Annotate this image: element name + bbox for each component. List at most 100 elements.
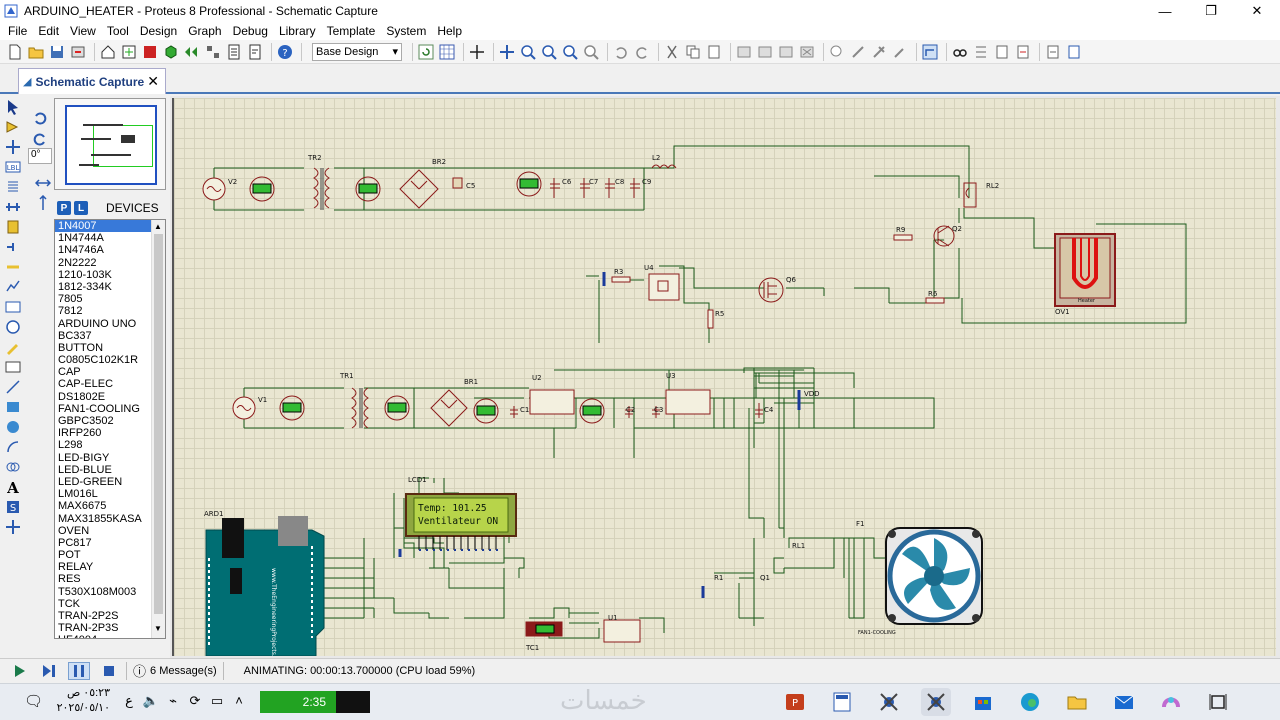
save-icon[interactable] [48,43,66,61]
device-list-item[interactable]: BUTTON [55,342,152,354]
junction-dot-icon[interactable] [3,138,23,156]
device-list-item[interactable]: L298 [55,439,152,451]
exit-to-parent-icon[interactable] [1065,43,1083,61]
help-icon[interactable]: ? [276,43,294,61]
buses-icon[interactable] [3,198,23,216]
device-list-item[interactable]: 2N2222 [55,257,152,269]
pick-device-icon[interactable] [828,43,846,61]
component-mode-icon[interactable] [3,118,23,136]
menu-system[interactable]: System [382,24,433,38]
design-variant-select[interactable]: Base Design ▾ [312,42,402,61]
device-list-item[interactable]: 7805 [55,293,152,305]
device-list-item[interactable]: CAP [55,366,152,378]
menu-debug[interactable]: Debug [229,24,275,38]
rotation-angle-field[interactable]: 0° [28,148,52,164]
edge-browser-icon[interactable] [1015,688,1045,716]
step-icon[interactable] [38,662,60,680]
grid-toggle-icon[interactable] [438,43,456,61]
property-assignment-icon[interactable] [972,43,990,61]
device-list-item[interactable]: TRAN-2P2S [55,610,152,622]
text-tool-icon[interactable]: A [3,478,23,496]
device-list-item[interactable]: OVEN [55,525,152,537]
chevron-up-icon[interactable]: ˄ [228,693,250,709]
battery-icon[interactable]: ▭ [206,693,228,709]
pick-devices-button[interactable]: P [57,201,71,215]
make-device-icon[interactable] [849,43,867,61]
device-list-item[interactable]: MAX6675 [55,500,152,512]
device-list-item[interactable]: UF4004 [55,634,152,638]
symbol-tool-icon[interactable]: S [3,498,23,516]
goto-sheet-icon[interactable] [1044,43,1062,61]
circle-tool-icon[interactable] [3,418,23,436]
block-delete-icon[interactable] [798,43,816,61]
menu-edit[interactable]: Edit [34,24,66,38]
bom-icon[interactable] [225,43,243,61]
device-list-item[interactable]: T530X108M003 [55,586,152,598]
undo-icon[interactable] [612,43,630,61]
tape-recorder-icon[interactable] [3,298,23,316]
file-explorer-icon[interactable] [1062,688,1092,716]
gerber-icon[interactable] [183,43,201,61]
close-tab-icon[interactable]: ✕ [147,73,159,90]
lcd-lm016l[interactable]: Temp: 101.25 Ventilateur ON [405,493,517,551]
refresh-icon[interactable] [417,43,435,61]
schematic-icon[interactable] [120,43,138,61]
device-list-item[interactable]: TRAN-2P3S [55,622,152,634]
menu-file[interactable]: File [4,24,34,38]
marker-tool-icon[interactable] [3,518,23,536]
pause-icon[interactable] [68,661,90,680]
overview-window[interactable] [54,98,166,190]
device-list-item[interactable]: LED-GREEN [55,476,152,488]
home-icon[interactable] [99,43,117,61]
mail-icon[interactable] [1109,688,1139,716]
menu-design[interactable]: Design [136,24,184,38]
zoom-area-icon[interactable] [582,43,600,61]
wire-autorouter-icon[interactable] [921,43,939,61]
generator-mode-icon[interactable] [3,318,23,336]
menu-library[interactable]: Library [275,24,323,38]
remove-sheet-icon[interactable] [1014,43,1032,61]
rotate-clockwise-icon[interactable] [30,109,50,127]
sync-icon[interactable]: ⟳ [184,693,206,709]
proteus-isis-icon[interactable] [874,688,904,716]
device-list-item[interactable]: LM016L [55,488,152,500]
graph-mode-icon[interactable] [3,278,23,296]
device-list-item[interactable]: 1812-334K [55,281,152,293]
play-icon[interactable] [8,662,30,680]
cooling-fan[interactable] [885,527,983,625]
menu-view[interactable]: View [66,24,103,38]
decompose-icon[interactable] [891,43,909,61]
box-tool-icon[interactable] [3,398,23,416]
oven-ov1[interactable] [1054,233,1116,307]
device-list-item[interactable]: C0805C102K1R [55,354,152,366]
library-button[interactable]: L [74,201,88,215]
block-rotate-icon[interactable] [777,43,795,61]
arduino-uno[interactable]: www.TheEngineeringProjects.com [205,516,325,656]
3d-viewer-icon[interactable] [162,43,180,61]
proteus-active-icon[interactable] [921,688,951,716]
cut-icon[interactable] [663,43,681,61]
scroll-down-icon[interactable]: ▼ [154,624,162,633]
device-list-item[interactable]: 1210-103K [55,269,152,281]
schematic-canvas[interactable]: Temp: 101.25 Ventilateur ON www.TheEngin… [172,98,1276,656]
close-button[interactable]: ✕ [1234,0,1280,22]
device-list-item[interactable]: PC817 [55,537,152,549]
device-list-item[interactable]: DS1802E [55,391,152,403]
arc-tool-icon[interactable] [3,438,23,456]
device-list-scrollbar[interactable]: ▲ ▼ [151,220,165,638]
device-list-item[interactable]: MAX31855KASA [55,513,152,525]
document-app-icon[interactable] [827,688,857,716]
minimize-button[interactable]: — [1142,0,1188,22]
copy-icon[interactable] [684,43,702,61]
device-list-item[interactable]: ARDUINO UNO [55,318,152,330]
mirror-vertical-icon[interactable] [33,194,53,212]
device-list-item[interactable]: 1N4744A [55,232,152,244]
block-copy-icon[interactable] [735,43,753,61]
network-icon[interactable]: ⌁ [162,693,184,709]
zoom-out-icon[interactable] [540,43,558,61]
device-list-item[interactable]: CAP-ELEC [55,378,152,390]
subcircuit-icon[interactable] [3,218,23,236]
menu-help[interactable]: Help [433,24,469,38]
new-sheet-icon[interactable] [993,43,1011,61]
block-move-icon[interactable] [756,43,774,61]
